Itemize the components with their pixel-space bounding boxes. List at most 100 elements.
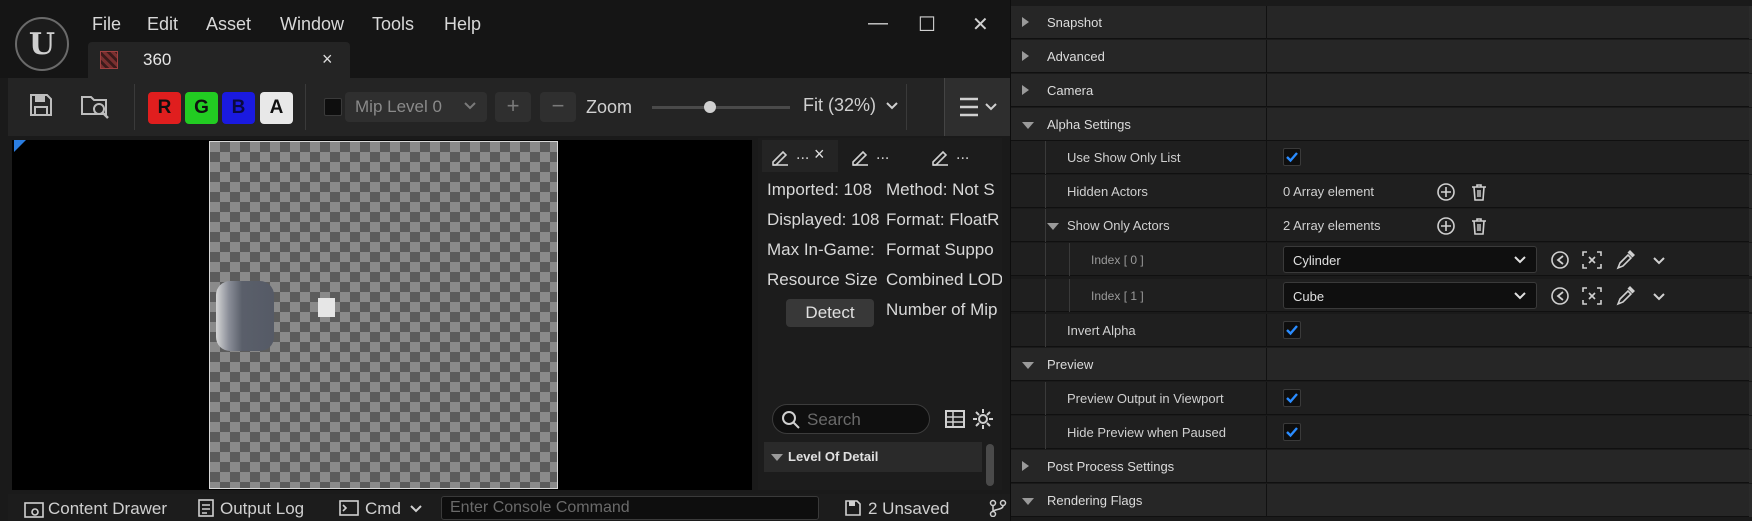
menu-tools[interactable]: Tools [372,14,414,35]
maximize-button[interactable]: ☐ [918,12,936,37]
details-scrollbar[interactable] [986,444,994,486]
console-command-input[interactable]: Enter Console Command [441,496,819,520]
category-snapshot[interactable]: Snapshot [1011,6,1752,39]
zoom-slider-thumb[interactable] [703,101,716,113]
property-row-index-1[interactable]: Index [ 1 ] Cube [1011,279,1752,312]
property-row-invert-alpha[interactable]: Invert Alpha [1011,314,1752,347]
column-divider [1266,108,1267,141]
mip-level-dropdown[interactable]: Mip Level 0 [345,92,487,122]
actor-picker-dropdown[interactable]: Cube [1283,282,1537,309]
checkbox[interactable] [1283,423,1301,441]
mip-increase-button[interactable]: + [495,92,531,122]
zoom-fit-dropdown[interactable]: Fit (32%) [803,95,899,116]
table-view-icon[interactable] [944,408,966,430]
details-search-input[interactable]: Search [772,404,930,434]
property-row-preview-output-in-viewport[interactable]: Preview Output in Viewport [1011,382,1752,415]
view-options-button[interactable] [944,78,1010,136]
unreal-logo-icon[interactable]: U [15,17,69,71]
category-advanced[interactable]: Advanced [1011,40,1752,73]
source-control-icon[interactable] [988,499,1008,517]
property-row-hidden-actors[interactable]: Hidden Actors 0 Array element [1011,175,1752,208]
column-divider[interactable] [1266,175,1267,208]
collapsed-arrow-icon[interactable] [1022,85,1029,95]
expanded-arrow-icon[interactable] [1047,223,1059,230]
menu-asset[interactable]: Asset [206,14,251,35]
use-selected-icon[interactable] [1549,250,1571,270]
close-window-button[interactable]: ✕ [972,12,989,37]
menu-window[interactable]: Window [280,14,344,35]
close-tab-button[interactable]: × [814,144,825,165]
save-icon[interactable] [28,92,54,118]
row-options-icon[interactable] [1651,286,1667,306]
detect-button[interactable]: Detect [786,299,874,327]
browse-to-actor-icon[interactable] [1581,286,1603,306]
category-preview[interactable]: Preview [1011,348,1752,381]
property-row-index-0[interactable]: Index [ 0 ] Cylinder [1011,243,1752,276]
use-selected-icon[interactable] [1549,286,1571,306]
menu-file[interactable]: File [92,14,121,35]
row-options-icon[interactable] [1651,250,1667,270]
category-rendering-flags[interactable]: Rendering Flags [1011,484,1752,517]
category-alpha-settings[interactable]: Alpha Settings [1011,108,1752,141]
minimize-button[interactable]: — [868,12,888,35]
unsaved-button[interactable]: 2 Unsaved [868,499,949,519]
tree-guide-line [1069,243,1070,276]
texture-editor-window: U File Edit Asset Window Tools Help — ☐ … [0,0,1010,521]
column-divider [1266,74,1267,107]
collapsed-arrow-icon[interactable] [1022,17,1029,27]
category-camera[interactable]: Camera [1011,74,1752,107]
cmd-dropdown[interactable]: Cmd [365,499,401,519]
texture-viewport[interactable] [12,140,752,490]
level-of-detail-header[interactable]: Level Of Detail [764,442,982,472]
column-divider[interactable] [1266,209,1267,242]
collapsed-arrow-icon[interactable] [1022,461,1029,471]
details-tab-2[interactable]: ... [842,140,918,172]
delete-elements-icon[interactable] [1469,182,1489,202]
document-tab[interactable]: 360 × [88,42,350,78]
property-row-hide-preview-when-paused[interactable]: Hide Preview when Paused [1011,416,1752,449]
mip-level-checkbox[interactable] [324,98,342,116]
add-element-icon[interactable] [1436,216,1456,236]
expanded-arrow-icon[interactable] [1022,362,1034,369]
output-log-button[interactable]: Output Log [220,499,304,519]
column-divider[interactable] [1266,141,1267,174]
expanded-arrow-icon[interactable] [1022,122,1034,129]
property-row-show-only-actors[interactable]: Show Only Actors 2 Array elements [1011,209,1752,242]
eyedropper-icon[interactable] [1615,286,1637,306]
checkbox[interactable] [1283,321,1301,339]
add-element-icon[interactable] [1436,182,1456,202]
green-channel-toggle[interactable]: G [185,92,218,124]
column-divider[interactable] [1266,243,1267,276]
column-divider[interactable] [1266,314,1267,347]
property-row-use-show-only-list[interactable]: Use Show Only List [1011,141,1752,174]
browse-asset-icon[interactable] [80,92,110,120]
menu-edit[interactable]: Edit [147,14,178,35]
details-tab-1[interactable]: ... × [762,140,838,172]
column-divider[interactable] [1266,416,1267,449]
chevron-down-icon [410,505,422,513]
delete-elements-icon[interactable] [1469,216,1489,236]
zoom-slider[interactable] [652,101,790,113]
content-drawer-button[interactable]: Content Drawer [48,499,167,519]
blue-channel-toggle[interactable]: B [222,92,255,124]
menu-help[interactable]: Help [444,14,481,35]
category-post-process-settings[interactable]: Post Process Settings [1011,450,1752,483]
actor-picker-dropdown[interactable]: Cylinder [1283,246,1537,273]
column-divider [1266,40,1267,73]
expanded-arrow-icon[interactable] [1022,498,1034,505]
alpha-channel-toggle[interactable]: A [260,92,293,124]
texture-icon [100,51,118,69]
settings-gear-icon[interactable] [972,408,994,430]
details-tab-3[interactable]: ... [922,140,998,172]
checkbox[interactable] [1283,389,1301,407]
browse-to-actor-icon[interactable] [1581,250,1603,270]
column-divider[interactable] [1266,279,1267,312]
red-channel-toggle[interactable]: R [148,92,181,124]
collapsed-arrow-icon[interactable] [1022,51,1029,61]
column-divider[interactable] [1266,382,1267,415]
property-label: Use Show Only List [1067,150,1181,165]
close-tab-button[interactable]: × [322,49,333,70]
eyedropper-icon[interactable] [1615,250,1637,270]
checkbox[interactable] [1283,148,1301,166]
mip-decrease-button[interactable]: − [540,92,576,122]
